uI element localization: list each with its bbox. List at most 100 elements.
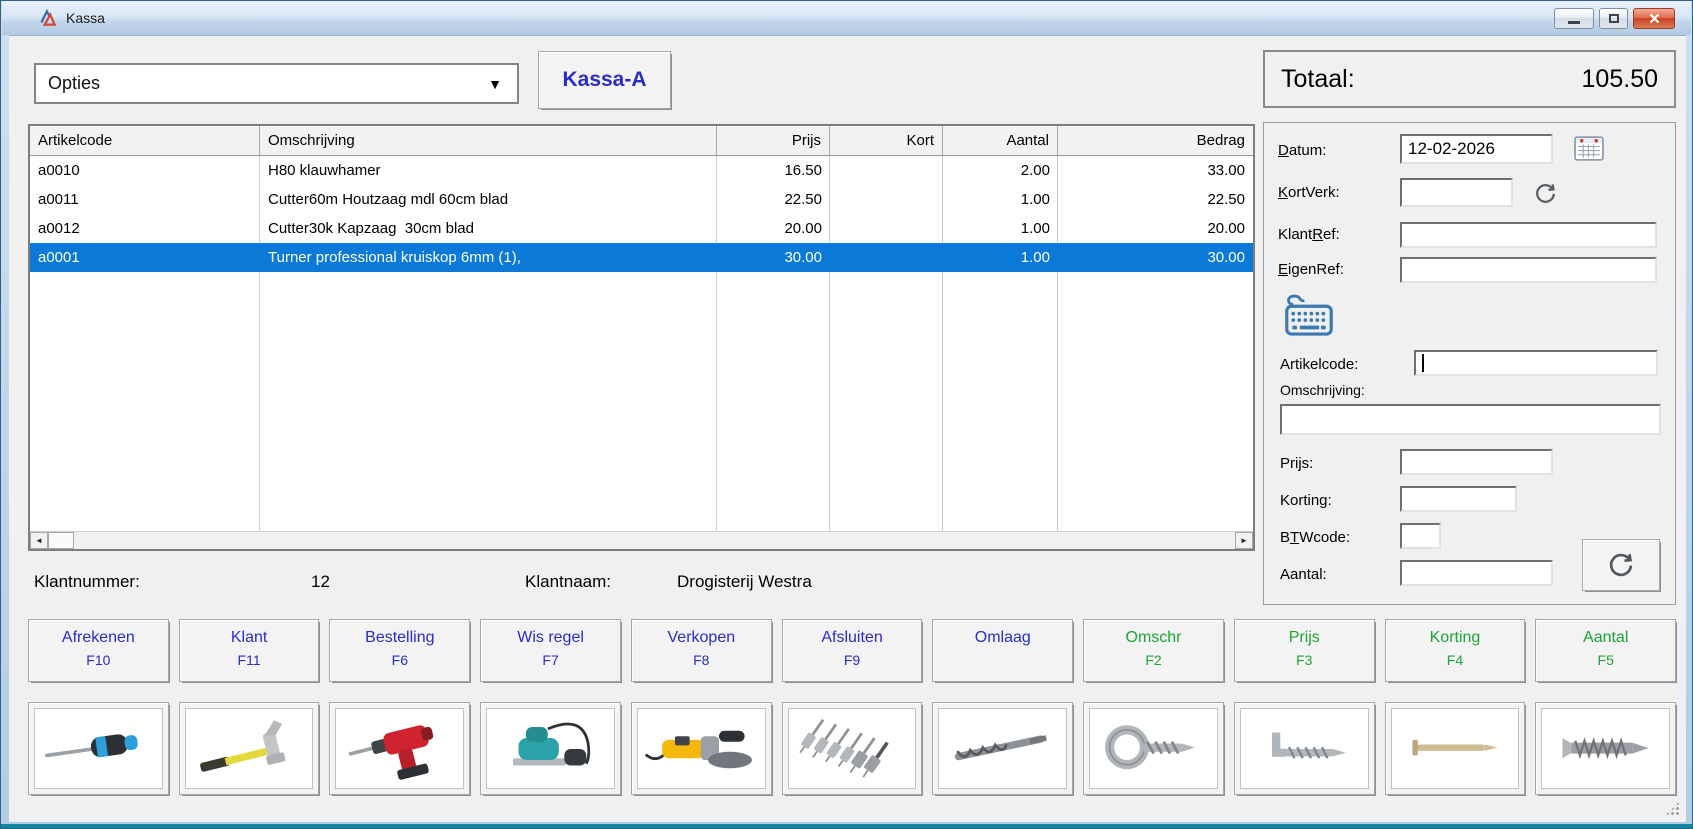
options-dropdown[interactable]: Opties ▼ [34,63,519,104]
table-horizontal-scrollbar[interactable]: ◄ ► [30,531,1253,549]
cell-artikelcode: a0010 [30,156,260,185]
fkey-button-wis-regel[interactable]: Wis regelF7 [480,619,621,682]
refresh-icon[interactable] [1532,180,1559,207]
fkey-button-afrekenen[interactable]: Afrekenen F10 [28,619,169,682]
fkey-button-korting[interactable]: KortingF4 [1385,619,1526,682]
scroll-left-icon[interactable]: ◄ [30,532,48,549]
options-dropdown-value: Opties [36,73,100,94]
prijs-field[interactable] [1400,449,1553,475]
cell-prijs: 22.50 [717,185,830,214]
cell-kort [830,156,943,185]
korting-field[interactable] [1400,486,1517,512]
app-window: Kassa Opties ▼ Kassa-A Totaal: 105.50 Ar… [0,0,1693,829]
table-row[interactable]: a0011Cutter60m Houtzaag mdl 60cm blad22.… [30,185,1253,214]
product-image-grinder [637,708,766,789]
product-button-hammer[interactable] [179,702,320,795]
cell-artikelcode: a0012 [30,214,260,243]
product-button-sander[interactable] [480,702,621,795]
fkey-label: Afrekenen [62,629,135,647]
artikelcode-field[interactable] [1414,350,1658,376]
cell-kort [830,214,943,243]
keyboard-icon[interactable] [1284,293,1334,338]
maximize-icon [1609,14,1619,23]
column-header-bedrag[interactable]: Bedrag [1058,126,1253,155]
product-button-spade-bits[interactable] [782,702,923,795]
fkey-button-omlaag[interactable]: Omlaag [932,619,1073,682]
cell-artikelcode: a0001 [30,243,260,272]
calendar-icon[interactable] [1574,135,1605,162]
column-header-prijs[interactable]: Prijs [717,126,830,155]
table-row[interactable]: a0010H80 klauwhamer16.502.0033.00 [30,156,1253,185]
product-image-auger [938,708,1067,789]
fkey-button-afsluiten[interactable]: Afsluiten F9 [782,619,923,682]
omschrijving-field[interactable] [1280,404,1661,435]
fkey-shortcut: F10 [86,652,110,668]
product-image-sander [486,708,615,789]
product-button-drill[interactable] [329,702,470,795]
cell-prijs: 16.50 [717,156,830,185]
fkey-button-klant[interactable]: KlantF11 [179,619,320,682]
product-button-grinder[interactable] [631,702,772,795]
product-image-nail [1391,708,1520,789]
table-row[interactable]: a0012Cutter30k Kapzaag 30cm blad20.001.0… [30,214,1253,243]
kassa-a-button[interactable]: Kassa-A [538,51,671,109]
product-image-screwdriver [34,708,163,789]
kortverk-label: KortVerk: [1278,184,1340,201]
total-value: 105.50 [1582,65,1658,94]
fkey-label: Korting [1430,629,1481,647]
fkey-button-prijs[interactable]: PrijsF3 [1234,619,1375,682]
cell-omschrijving: Turner professional kruiskop 6mm (1), [260,243,717,272]
close-button[interactable] [1633,8,1675,29]
column-header-omschrijving[interactable]: Omschrijving [260,126,717,155]
fkey-button-omschr[interactable]: Omschr F2 [1083,619,1224,682]
resize-grip-icon[interactable] [1665,801,1680,816]
product-image-spade-bits [788,708,917,789]
fkey-shortcut: F9 [844,652,860,668]
fkey-button-verkopen[interactable]: VerkopenF8 [631,619,772,682]
product-button-hook-screw[interactable] [1234,702,1375,795]
cell-bedrag: 22.50 [1058,185,1253,214]
product-button-row [28,702,1676,795]
fkey-button-aantal[interactable]: Aantal F5 [1535,619,1676,682]
datum-field[interactable] [1400,134,1553,164]
product-button-auger[interactable] [932,702,1073,795]
product-button-eye-screw[interactable] [1083,702,1224,795]
client-area: Opties ▼ Kassa-A Totaal: 105.50 Artikelc… [9,35,1686,822]
fkey-label: Afsluiten [821,629,882,647]
klantref-field[interactable] [1400,222,1657,248]
fkey-shortcut: F5 [1598,652,1614,668]
column-header-aantal[interactable]: Aantal [943,126,1058,155]
btwcode-field[interactable] [1400,523,1441,549]
fkey-shortcut: F7 [542,652,558,668]
function-key-row: Afrekenen F10 KlantF11BestellingF6Wis rege… [28,619,1676,682]
kortverk-field[interactable] [1400,178,1513,207]
product-button-nail[interactable] [1385,702,1526,795]
product-button-wood-screw[interactable] [1535,702,1676,795]
titlebar: Kassa [2,1,1691,35]
cell-aantal: 1.00 [943,214,1058,243]
product-image-drill [335,708,464,789]
aantal-field[interactable] [1400,560,1553,586]
korting-label: Korting: [1280,492,1332,509]
fkey-label: Aantal [1583,629,1628,647]
fkey-shortcut: F2 [1145,652,1161,668]
refresh-button[interactable] [1582,539,1660,591]
btwcode-label: BTWcode: [1280,529,1350,546]
maximize-button[interactable] [1599,8,1628,29]
fkey-shortcut: F3 [1296,652,1312,668]
fkey-button-bestelling[interactable]: BestellingF6 [329,619,470,682]
eigenref-label: EigenRef: [1278,261,1344,278]
cell-omschrijving: H80 klauwhamer [260,156,717,185]
fkey-label: Omschr [1126,629,1182,647]
eigenref-field[interactable] [1400,257,1657,283]
scroll-right-icon[interactable]: ► [1235,532,1253,549]
column-header-artikelcode[interactable]: Artikelcode [30,126,260,155]
column-header-kort[interactable]: Kort [830,126,943,155]
table-row[interactable]: a0001Turner professional kruiskop 6mm (1… [30,243,1253,272]
cell-aantal: 1.00 [943,185,1058,214]
total-box: Totaal: 105.50 [1263,50,1676,108]
minimize-button[interactable] [1554,8,1594,29]
total-label: Totaal: [1281,65,1355,94]
scrollbar-thumb[interactable] [48,532,74,549]
product-button-screwdriver[interactable] [28,702,169,795]
